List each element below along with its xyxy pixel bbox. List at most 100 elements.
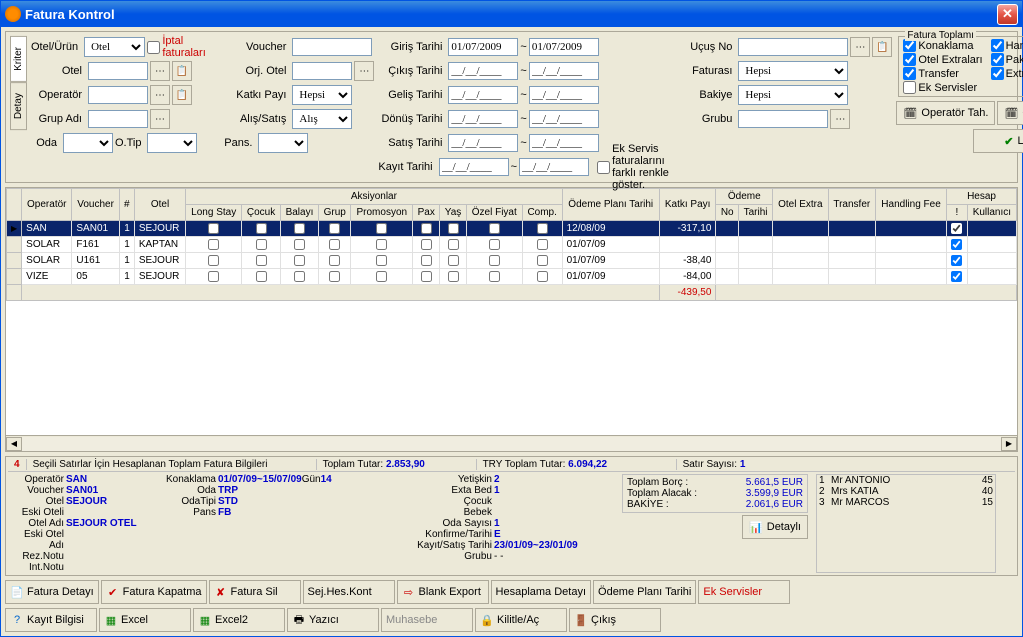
giris-from-input[interactable]: [448, 38, 518, 56]
kilitle-button[interactable]: 🔒Kilitle/Aç: [475, 608, 567, 632]
otel-odemeleri-button[interactable]: 🗓Otel Ödemeleri: [997, 101, 1023, 125]
voucher-label: Voucher: [222, 41, 290, 53]
otip-select[interactable]: [147, 133, 197, 153]
col-odeme-plani[interactable]: Ödeme Planı Tarihi: [562, 189, 659, 221]
excel2-button[interactable]: ▦Excel2: [193, 608, 285, 632]
col-yas[interactable]: Yaş: [440, 205, 466, 221]
otel-clear-button[interactable]: 📋: [172, 61, 192, 81]
col-operator[interactable]: Operatör: [22, 189, 72, 221]
iptal-checkbox[interactable]: [147, 41, 160, 54]
otel-lookup-button[interactable]: ⋯: [150, 61, 170, 81]
table-row[interactable]: SANSAN011SEJOUR12/08/09-317,10: [7, 221, 1017, 237]
col-comp[interactable]: Comp.: [522, 205, 562, 221]
col-promosyon[interactable]: Promosyon: [351, 205, 413, 221]
cikis-to-input[interactable]: [529, 62, 599, 80]
col-longstay[interactable]: Long Stay: [186, 205, 242, 221]
satis-from-input[interactable]: [448, 134, 518, 152]
pans-select[interactable]: [258, 133, 308, 153]
row-count: 4: [8, 459, 27, 470]
scroll-left-button[interactable]: ◀: [6, 437, 22, 451]
chk-otel-extra[interactable]: [903, 53, 916, 66]
giris-to-input[interactable]: [529, 38, 599, 56]
alissatis-select[interactable]: Alış: [292, 109, 352, 129]
fatura-kapatma-button[interactable]: ✔Fatura Kapatma: [101, 580, 207, 604]
ucus-clear-button[interactable]: 📋: [872, 37, 892, 57]
col-ozel[interactable]: Özel Fiyat: [466, 205, 522, 221]
grup-lookup-button[interactable]: ⋯: [150, 109, 170, 129]
odeme-plani-button[interactable]: Ödeme Planı Tarihi: [593, 580, 696, 604]
col-transfer[interactable]: Transfer: [828, 189, 876, 221]
kayit-to-input[interactable]: [519, 158, 589, 176]
col-balayi[interactable]: Balayı: [280, 205, 318, 221]
cikis-from-input[interactable]: [448, 62, 518, 80]
operator-lookup-button[interactable]: ⋯: [150, 85, 170, 105]
katki-select[interactable]: Hepsi: [292, 85, 352, 105]
tab-detay[interactable]: Detay: [10, 82, 27, 130]
col-odeme-no[interactable]: No: [716, 205, 739, 221]
secili-label: Seçili Satırlar İçin Hesaplanan Toplam F…: [27, 459, 317, 470]
hesaplama-detayi-button[interactable]: Hesaplama Detayı: [491, 580, 592, 604]
blank-export-button[interactable]: ⇨Blank Export: [397, 580, 489, 604]
footer-katki-total: -439,50: [659, 285, 716, 301]
table-row[interactable]: SOLARF1611KAPTAN01/07/09: [7, 237, 1017, 253]
gelis-label: Geliş Tarihi: [378, 89, 446, 101]
ekservis-renk-checkbox[interactable]: [597, 161, 610, 174]
fatura-detayi-button[interactable]: 📄Fatura Detayı: [5, 580, 99, 604]
oda-select[interactable]: [63, 133, 113, 153]
grubu-lookup-button[interactable]: ⋯: [830, 109, 850, 129]
operator-tah-button[interactable]: 🗓Operatör Tah.: [896, 101, 995, 125]
col-otel[interactable]: Otel: [134, 189, 185, 221]
grubu-input[interactable]: [738, 110, 828, 128]
col-excl[interactable]: !: [947, 205, 968, 221]
col-kullanici[interactable]: Kullanıcı: [967, 205, 1016, 221]
excel-button[interactable]: ▦Excel: [99, 608, 191, 632]
col-grup[interactable]: Grup: [319, 205, 351, 221]
tab-kriter[interactable]: Kriter: [10, 36, 27, 82]
ucus-lookup-button[interactable]: ⋯: [850, 37, 870, 57]
scroll-right-button[interactable]: ▶: [1001, 437, 1017, 451]
fatura-sil-button[interactable]: ✘Fatura Sil: [209, 580, 301, 604]
chk-handling[interactable]: [991, 39, 1004, 52]
listele-button[interactable]: ✔Listele (F5): [973, 129, 1023, 153]
otel-input[interactable]: [88, 62, 148, 80]
close-button[interactable]: ✕: [997, 4, 1018, 25]
chk-transfer[interactable]: [903, 67, 916, 80]
col-no[interactable]: #: [119, 189, 134, 221]
chk-extra-gelir[interactable]: [991, 67, 1004, 80]
bakiye-select[interactable]: Hepsi: [738, 85, 848, 105]
yazici-button[interactable]: 🖶Yazıcı: [287, 608, 379, 632]
cikis-button[interactable]: 🚪Çıkış: [569, 608, 661, 632]
col-voucher[interactable]: Voucher: [72, 189, 119, 221]
col-cocuk[interactable]: Çocuk: [242, 205, 281, 221]
orj-lookup-button[interactable]: ⋯: [354, 61, 374, 81]
operator-clear-button[interactable]: 📋: [172, 85, 192, 105]
table-row[interactable]: SOLARU1611SEJOUR01/07/09-38,40: [7, 253, 1017, 269]
sej-hes-button[interactable]: Sej.Hes.Kont: [303, 580, 395, 604]
detayli-button[interactable]: 📊Detaylı: [742, 515, 808, 539]
donus-to-input[interactable]: [529, 110, 599, 128]
kayit-bilgisi-button[interactable]: ?Kayıt Bilgisi: [5, 608, 97, 632]
col-handling[interactable]: Handling Fee: [876, 189, 947, 221]
otel-urun-select[interactable]: Otel: [84, 37, 145, 57]
col-odeme-tarihi[interactable]: Tarihi: [739, 205, 773, 221]
grup-input[interactable]: [88, 110, 148, 128]
horizontal-scrollbar[interactable]: ◀ ▶: [6, 435, 1017, 451]
operator-input[interactable]: [88, 86, 148, 104]
col-otel-extra[interactable]: Otel Extra: [773, 189, 828, 221]
faturasi-select[interactable]: Hepsi: [738, 61, 848, 81]
col-pax[interactable]: Pax: [413, 205, 440, 221]
orj-otel-input[interactable]: [292, 62, 352, 80]
satis-to-input[interactable]: [529, 134, 599, 152]
col-katki[interactable]: Katkı Payı: [659, 189, 716, 221]
gelis-to-input[interactable]: [529, 86, 599, 104]
table-row[interactable]: VIZE051SEJOUR01/07/09-84,00: [7, 269, 1017, 285]
chk-ek-servisler[interactable]: [903, 81, 916, 94]
chk-paket[interactable]: [991, 53, 1004, 66]
gelis-from-input[interactable]: [448, 86, 518, 104]
kayit-from-input[interactable]: [439, 158, 509, 176]
voucher-input[interactable]: [292, 38, 372, 56]
otel-label: Otel: [31, 65, 86, 77]
ek-servisler-button[interactable]: Ek Servisler: [698, 580, 790, 604]
donus-from-input[interactable]: [448, 110, 518, 128]
ucus-input[interactable]: [738, 38, 848, 56]
